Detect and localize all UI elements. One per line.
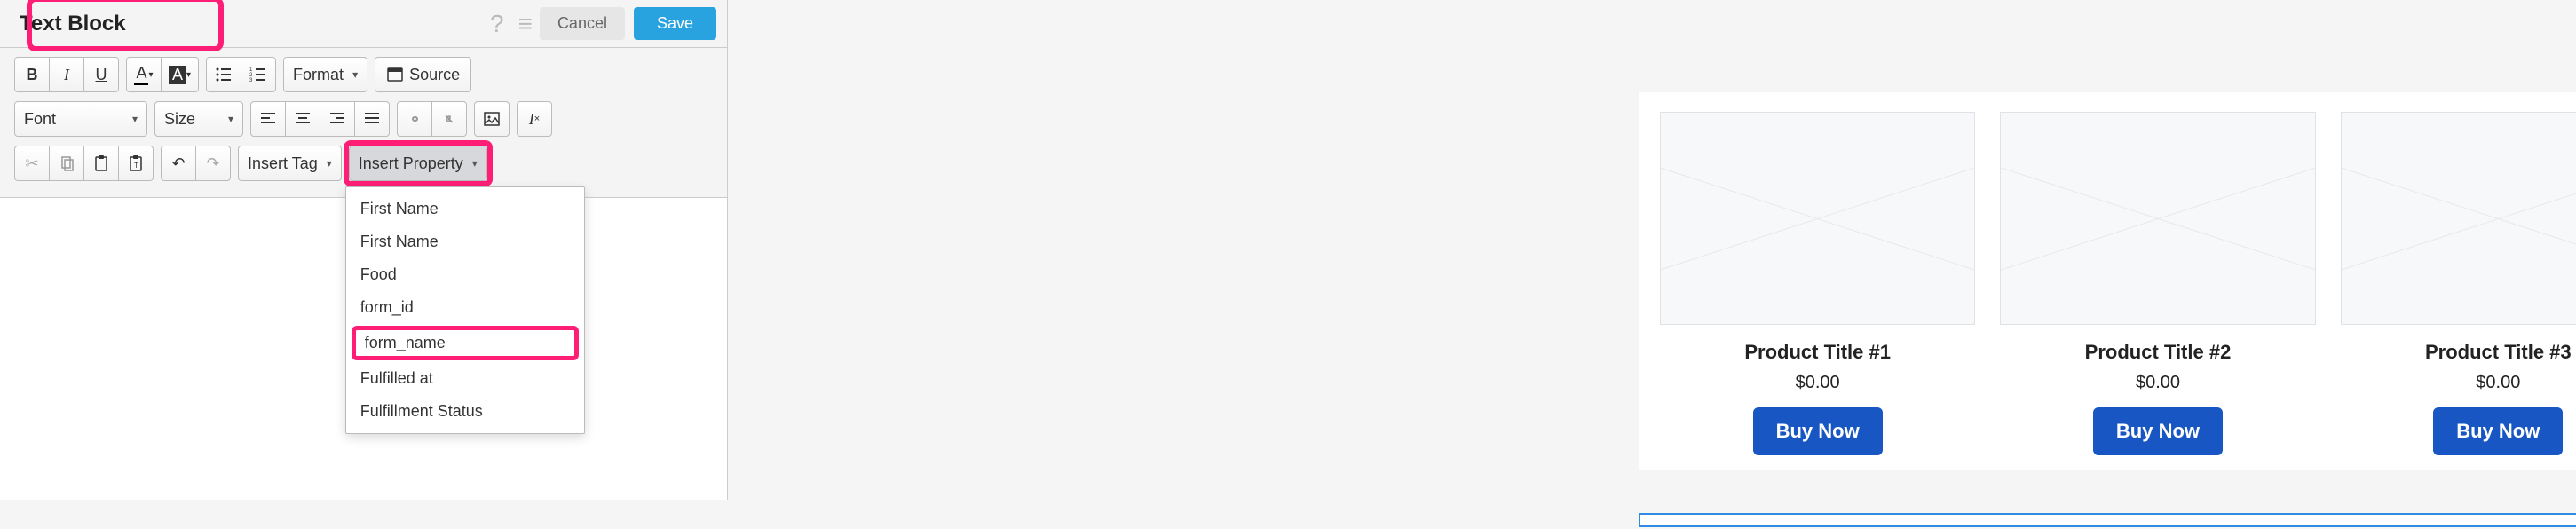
text-block-editor: Text Block ? ≡ Cancel Save B I U A ▾ A ▾: [0, 0, 728, 500]
insert-property-label: Insert Property: [359, 154, 463, 173]
menu-icon[interactable]: ≡: [518, 10, 533, 38]
product-title: Product Title #2: [2000, 341, 2315, 364]
size-dropdown-label: Size: [164, 110, 195, 129]
paste-text-button[interactable]: T: [118, 146, 154, 181]
redo-button[interactable]: ↷: [195, 146, 231, 181]
align-right-button[interactable]: [320, 101, 355, 137]
buy-now-button[interactable]: Buy Now: [2093, 407, 2223, 455]
dropdown-item-highlighted[interactable]: form_name: [352, 326, 579, 360]
cut-button[interactable]: ✂: [14, 146, 50, 181]
clipboard-group: ✂ T: [14, 146, 154, 181]
bg-color-button[interactable]: A ▾: [161, 57, 199, 92]
product-price: $0.00: [2000, 373, 2315, 393]
toolbar: B I U A ▾ A ▾ 123 Format ▾: [0, 48, 727, 198]
product-image-placeholder: [2341, 112, 2576, 325]
dropdown-item[interactable]: Fulfillment Status: [346, 395, 584, 428]
product-image-placeholder: [2000, 112, 2315, 325]
source-button[interactable]: Source: [375, 57, 471, 92]
insert-property-menu: First Name First Name Food form_id form_…: [345, 186, 585, 434]
dropdown-item[interactable]: form_id: [346, 291, 584, 324]
product-title: Product Title #1: [1660, 341, 1975, 364]
size-dropdown[interactable]: Size ▾: [154, 101, 243, 137]
buy-now-button[interactable]: Buy Now: [2433, 407, 2563, 455]
product-card: Product Title #2 $0.00 Buy Now: [2000, 112, 2315, 455]
align-group: [250, 101, 390, 137]
save-button[interactable]: Save: [634, 7, 716, 40]
italic-button[interactable]: I: [49, 57, 84, 92]
undo-button[interactable]: ↶: [161, 146, 196, 181]
bullet-list-button[interactable]: [206, 57, 241, 92]
dropdown-item[interactable]: Food: [346, 258, 584, 291]
align-justify-button[interactable]: [354, 101, 390, 137]
svg-text:3: 3: [249, 78, 253, 83]
insert-tag-dropdown[interactable]: Insert Tag ▾: [238, 146, 342, 181]
dropdown-item[interactable]: First Name: [346, 193, 584, 225]
dropdown-item[interactable]: First Name: [346, 225, 584, 258]
format-dropdown-label: Format: [293, 66, 344, 84]
product-preview-block: Product Title #1 $0.00 Buy Now Product T…: [1639, 92, 2576, 470]
link-button[interactable]: [397, 101, 432, 137]
insert-property-dropdown[interactable]: Insert Property ▾: [349, 146, 487, 181]
copy-button[interactable]: [49, 146, 84, 181]
bold-button[interactable]: B: [14, 57, 50, 92]
dropdown-item[interactable]: Fulfilled at: [346, 362, 584, 395]
source-button-label: Source: [409, 66, 460, 84]
editor-header: Text Block ? ≡ Cancel Save: [0, 0, 727, 48]
chevron-down-icon: ▾: [228, 113, 233, 125]
product-card: Product Title #3 $0.00 Buy Now: [2341, 112, 2576, 455]
font-dropdown-label: Font: [24, 110, 56, 129]
paste-button[interactable]: [83, 146, 119, 181]
unlink-button[interactable]: [431, 101, 467, 137]
align-left-button[interactable]: [250, 101, 286, 137]
font-dropdown[interactable]: Font ▾: [14, 101, 147, 137]
numbered-list-button[interactable]: 123: [241, 57, 276, 92]
product-price: $0.00: [1660, 373, 1975, 393]
format-dropdown[interactable]: Format ▾: [283, 57, 367, 92]
text-style-group: B I U: [14, 57, 119, 92]
history-group: ↶ ↷: [161, 146, 231, 181]
align-center-button[interactable]: [285, 101, 320, 137]
list-group: 123: [206, 57, 276, 92]
chevron-down-icon: ▾: [472, 157, 478, 170]
product-price: $0.00: [2341, 373, 2576, 393]
editor-title: Text Block: [11, 10, 135, 38]
link-group: [397, 101, 467, 137]
chevron-down-icon: ▾: [352, 68, 358, 81]
product-image-placeholder: [1660, 112, 1975, 325]
chevron-down-icon: ▾: [327, 157, 332, 170]
cancel-button[interactable]: Cancel: [540, 7, 625, 40]
clear-formatting-button[interactable]: I×: [517, 101, 552, 137]
text-color-button[interactable]: A ▾: [126, 57, 162, 92]
underline-button[interactable]: U: [83, 57, 119, 92]
svg-text:T: T: [134, 162, 138, 170]
product-title: Product Title #3: [2341, 341, 2576, 364]
chevron-down-icon: ▾: [132, 113, 138, 125]
product-card: Product Title #1 $0.00 Buy Now: [1660, 112, 1975, 455]
insert-tag-label: Insert Tag: [248, 154, 318, 173]
image-button[interactable]: [474, 101, 510, 137]
selected-block-outline[interactable]: [1639, 513, 2576, 527]
help-icon[interactable]: ?: [490, 10, 504, 38]
color-group: A ▾ A ▾: [126, 57, 199, 92]
buy-now-button[interactable]: Buy Now: [1753, 407, 1883, 455]
